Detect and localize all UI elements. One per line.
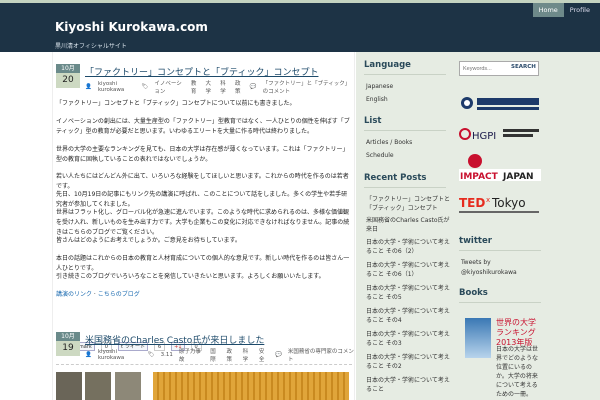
site-header: Kiyoshi Kurokawa.com 黒川清オフィシャルサイト Home P… [0, 0, 600, 52]
recent-post-link[interactable]: 日本の大学・学術について考えること その3 [366, 330, 450, 348]
site-tagline: 黒川清オフィシャルサイト [55, 43, 127, 50]
recent-post-link[interactable]: 日本の大学・学術について考えること その4 [366, 307, 450, 325]
tag-icon: 🏷 [141, 84, 149, 90]
post-meta: 👤 kiyoshi kurokawa 🏷 イノベーション 教育 大学 科学 政策… [85, 79, 354, 95]
post-day: 20 [56, 73, 80, 88]
nav-profile[interactable]: Profile [564, 3, 596, 17]
book-title[interactable]: 世界の大学ランキング2013年版 [496, 318, 540, 348]
language-english[interactable]: English [366, 95, 450, 104]
recent-post-link[interactable]: 日本の大学・学術について考えること その2 [366, 353, 450, 371]
book-description: 日本の大学は世界でどのような位置にいるのか。大学の将来について考えるための一冊。 [496, 346, 539, 398]
divider [364, 130, 446, 131]
divider [364, 74, 446, 75]
recent-post-link[interactable]: 日本の大学・学術について考えること [366, 376, 450, 394]
post-title[interactable]: 「ファクトリー」コンセプトと「ブティック」コンセプト [85, 65, 318, 78]
post-paragraph: 引き続きこのブログでいろいろなことを発信していきたいと思います。よろしくお願いい… [56, 273, 325, 280]
post-comment-link[interactable]: 米国務省の専門家のコメント [288, 347, 354, 363]
grips-logo-icon [461, 97, 539, 110]
post-author[interactable]: kiyoshi kurokawa [98, 81, 136, 93]
post-paragraph: 皆さんはどのようにお考えでしょうか。ご意見をお待ちしています。 [56, 237, 241, 244]
recent-post-link[interactable]: 日本の大学・学術について考えること その6（2） [366, 238, 450, 256]
post-photo[interactable] [56, 372, 82, 400]
post-link[interactable]: こちらのブログ [98, 291, 140, 298]
post-paragraph: 「ファクトリー」コンセプトと「ブティック」コンセプトについて以前にも書きました。 [56, 100, 296, 107]
author-icon: 👤 [85, 84, 92, 90]
impact-japan-logo[interactable]: IMPACT JAPAN [459, 153, 541, 182]
post-day: 19 [56, 341, 80, 356]
language-heading: Language [364, 60, 411, 70]
svg-text:x: x [486, 196, 490, 204]
divider [459, 302, 541, 303]
books-heading: Books [459, 288, 488, 298]
post-date: 10月 20 [56, 64, 80, 88]
list-schedule[interactable]: Schedule [366, 151, 450, 160]
list-heading: List [364, 116, 382, 126]
twitter-heading: twitter [459, 236, 492, 246]
book-cover[interactable] [465, 318, 491, 358]
search-button[interactable]: SEARCH [511, 64, 536, 70]
nav-home[interactable]: Home [532, 3, 564, 17]
list-articles-books[interactable]: Articles / Books [366, 138, 450, 147]
tag-icon: 🏷 [147, 352, 155, 358]
post-paragraph: 世界はフラット化し、グローバル化が急速に進んでいます。このような時代に求められる… [56, 209, 350, 236]
post-link[interactable]: 講演のリンク [56, 291, 92, 298]
post-tag[interactable]: イノベーション [154, 79, 184, 95]
recent-post-link[interactable]: 日本の大学・学術について考えること その6（1） [366, 261, 450, 279]
author-icon: 👤 [85, 352, 92, 358]
sidebar: Language Japanese English List Articles … [356, 52, 451, 400]
post-tag[interactable]: 科学 [243, 347, 253, 363]
post-image[interactable] [153, 372, 349, 400]
main-nav: Home Profile [532, 3, 596, 17]
hgpi-logo-icon: HGPI [459, 128, 539, 142]
post-tag[interactable]: 政策 [226, 347, 236, 363]
post-month: 10月 [56, 64, 80, 73]
post-author[interactable]: kiyoshi kurokawa [98, 349, 142, 361]
post-tag[interactable]: 国際 [210, 347, 220, 363]
tweets-by-label: Tweets by [461, 259, 491, 266]
post-tag[interactable]: 大学 [206, 79, 215, 95]
post-paragraph: 先日、10月19日の記事にもリンク先の講演に呼ばれ、このことについて話をしました… [56, 191, 348, 208]
comment-icon: 💬 [249, 84, 257, 90]
sidebar-secondary: SEARCH HGPI IMPACT JAPAN TED x Tokyo [451, 52, 600, 400]
post-tag[interactable]: 科学 [220, 79, 229, 95]
svg-text:JAPAN: JAPAN [502, 172, 534, 181]
svg-text:TED: TED [459, 196, 485, 210]
post-divider [56, 364, 352, 365]
twitter-handle-link[interactable]: @kiyoshikurokawa [461, 268, 545, 277]
post-photo[interactable] [115, 372, 141, 400]
post-tag[interactable]: 3.11 [161, 352, 173, 358]
post-tag[interactable]: 安全 [259, 347, 269, 363]
post-paragraph: 若い人たちにはどんどん外に出て、いろいろな経験をしてほしいと思います。これからの… [56, 173, 349, 190]
language-japanese[interactable]: Japanese [366, 82, 450, 91]
site-title[interactable]: Kiyoshi Kurokawa.com [55, 20, 208, 34]
divider [364, 187, 446, 188]
comment-icon: 💬 [275, 352, 282, 358]
svg-text:HGPI: HGPI [472, 131, 496, 142]
recent-post-link[interactable]: 米国務省のCharles Casto氏が来日 [366, 216, 450, 234]
post-title[interactable]: 米国務省のCharles Casto氏が来日しました [85, 333, 264, 346]
post-paragraph: 本日の話題はこれからの日本の教育と人材育成についての個人的な意見です。新しい時代… [56, 255, 350, 272]
grips-logo[interactable] [459, 94, 541, 116]
post-comment-link[interactable]: 「ファクトリー」と「ブティック」のコメント [263, 79, 354, 95]
post-photo[interactable] [85, 372, 111, 400]
post-paragraph: イノベーションの創出には、大量生産型の「ファクトリー」型教育ではなく、一人ひとり… [56, 118, 350, 135]
svg-text:IMPACT: IMPACT [460, 172, 499, 181]
post-tag[interactable]: 教育 [191, 79, 200, 95]
post-month: 10月 [56, 332, 80, 341]
svg-text:Tokyo: Tokyo [491, 196, 526, 210]
recent-post-link[interactable]: 「ファクトリー」コンセプトと「ブティック」コンセプト [366, 195, 450, 213]
post-tag[interactable]: 原子力事故 [179, 347, 204, 363]
tedx-tokyo-logo[interactable]: TED x Tokyo [459, 193, 541, 217]
impact-japan-logo-icon: IMPACT JAPAN [459, 154, 541, 182]
recent-post-link[interactable]: 日本の大学・学術について考えること その5 [366, 284, 450, 302]
post-paragraph: 世界の大学の主要なランキングを見ても、日本の大学は存在感が薄くなっています。これ… [56, 146, 349, 163]
main-content: 10月 20 「ファクトリー」コンセプトと「ブティック」コンセプト 👤 kiyo… [52, 52, 355, 400]
recent-posts-heading: Recent Posts [364, 173, 427, 183]
divider [459, 250, 541, 251]
post-meta: 👤 kiyoshi kurokawa 🏷 3.11 原子力事故 国際 政策 科学… [85, 347, 354, 363]
post-date: 10月 19 [56, 332, 80, 356]
hgpi-logo[interactable]: HGPI [459, 124, 541, 146]
post-tag[interactable]: 政策 [235, 79, 244, 95]
tedx-tokyo-logo-icon: TED x Tokyo [459, 196, 539, 213]
